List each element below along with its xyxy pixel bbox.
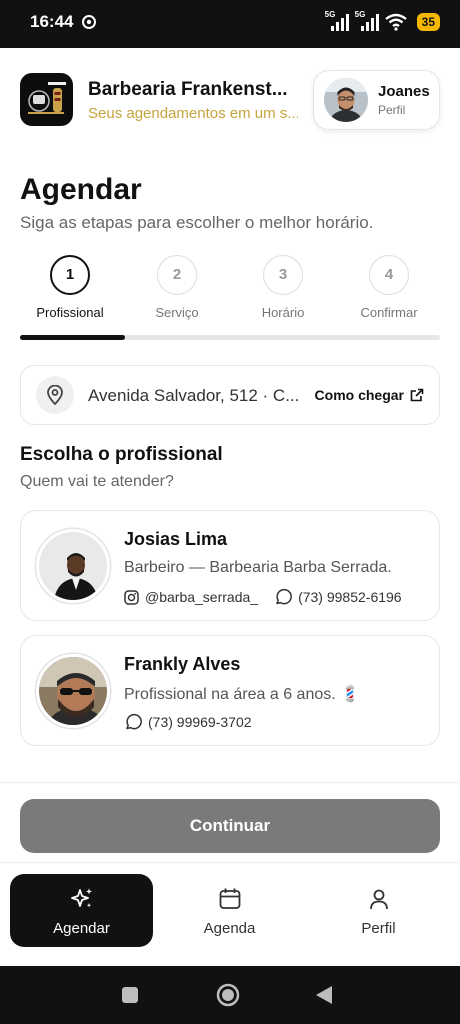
whatsapp-link[interactable]: (73) 99969-3702 <box>124 713 252 731</box>
tab-label: Perfil <box>361 920 396 937</box>
tab-agendar[interactable]: Agendar <box>10 874 153 947</box>
step-label: Serviço <box>155 305 199 320</box>
section-subtitle: Quem vai te atender? <box>20 473 174 490</box>
step-number: 4 <box>369 255 409 295</box>
step-number: 3 <box>263 255 303 295</box>
avatar <box>36 654 110 728</box>
professional-name: Frankly Alves <box>124 654 241 674</box>
tab-perfil[interactable]: Perfil <box>307 874 450 947</box>
instagram-icon <box>124 589 139 605</box>
section-title: Escolha o profissional <box>20 444 223 465</box>
progress-fill <box>20 335 125 340</box>
step-professional[interactable]: 1 Profissional <box>20 255 120 320</box>
professional-card-josias[interactable]: Josias Lima Barbeiro — Barbearia Barba S… <box>20 510 440 621</box>
professional-contacts: (73) 99969-3702 <box>124 713 252 731</box>
signal-icon: 5G <box>325 10 349 32</box>
profile-label: Perfil <box>378 103 406 117</box>
external-link-icon <box>410 388 424 402</box>
divider <box>0 782 460 783</box>
tab-agenda[interactable]: Agenda <box>158 874 301 947</box>
progress-bar <box>20 335 440 340</box>
profile-button[interactable]: Joanes Perfil <box>313 70 440 130</box>
avatar <box>36 529 110 603</box>
page-subtitle: Siga as etapas para escolher o melhor ho… <box>20 213 374 232</box>
business-tagline: Seus agendamentos em um s... <box>88 105 298 122</box>
barbershop-logo <box>20 73 73 126</box>
signal-icon: 5G <box>355 10 379 32</box>
user-icon <box>369 889 388 910</box>
continue-button[interactable]: Continuar <box>20 799 440 853</box>
stepper: 1 Profissional 2 Serviço 3 Horário 4 Con… <box>20 255 440 345</box>
location-pin-icon <box>36 376 74 414</box>
step-label: Confirmar <box>360 305 418 320</box>
step-time[interactable]: 3 Horário <box>233 255 333 320</box>
status-time: 16:44 <box>30 12 74 31</box>
phone-number: (73) 99969-3702 <box>148 714 252 730</box>
sparkles-icon <box>70 888 92 908</box>
recents-icon[interactable] <box>121 986 139 1004</box>
address-text: Avenida Salvador, 512 · C... <box>88 386 298 405</box>
professional-card-frankly[interactable]: Frankly Alves Profissional na área a 6 a… <box>20 635 440 746</box>
step-label: Profissional <box>36 305 104 320</box>
calendar-icon <box>219 888 240 909</box>
professional-description: Barbeiro — Barbearia Barba Serrada. <box>124 559 392 576</box>
instagram-link[interactable]: @barba_serrada_ <box>124 589 258 605</box>
page-title: Agendar <box>20 173 142 206</box>
step-number: 1 <box>50 255 90 295</box>
address-card: Avenida Salvador, 512 · C... Como chegar <box>20 365 440 425</box>
chrome-icon <box>82 15 96 29</box>
phone-number: (73) 99852-6196 <box>298 589 402 605</box>
step-confirm[interactable]: 4 Confirmar <box>339 255 439 320</box>
avatar <box>324 78 368 122</box>
tab-label: Agenda <box>203 920 256 937</box>
whatsapp-icon <box>276 588 292 605</box>
instagram-handle: @barba_serrada_ <box>145 589 259 605</box>
whatsapp-icon <box>126 713 142 730</box>
battery-indicator: 35 <box>416 13 440 31</box>
status-indicators: 5G 5G 35 <box>325 10 440 32</box>
tab-label: Agendar <box>53 920 110 937</box>
professional-name: Josias Lima <box>124 529 228 549</box>
step-number: 2 <box>157 255 197 295</box>
status-bar: 16:44 5G 5G 35 <box>0 0 460 48</box>
step-service[interactable]: 2 Serviço <box>127 255 227 320</box>
wifi-icon <box>384 13 407 31</box>
back-icon[interactable] <box>315 985 333 1005</box>
system-navigation-bar <box>0 966 460 1024</box>
app-header: Barbearia Frankenst... Seus agendamentos… <box>20 70 440 130</box>
whatsapp-link[interactable]: (73) 99852-6196 <box>274 588 402 606</box>
directions-label: Como chegar <box>314 387 404 403</box>
step-label: Horário <box>261 305 305 320</box>
home-icon[interactable] <box>216 983 240 1007</box>
business-name: Barbearia Frankenst... <box>88 79 288 100</box>
bottom-tab-bar: Agendar Agenda Perfil <box>0 862 460 966</box>
directions-link[interactable]: Como chegar <box>315 387 424 403</box>
professional-description: Profissional na área a 6 anos. 💈 <box>124 686 361 703</box>
profile-name: Joanes <box>378 83 430 100</box>
professional-contacts: @barba_serrada_ (73) 99852-6196 <box>124 588 402 606</box>
